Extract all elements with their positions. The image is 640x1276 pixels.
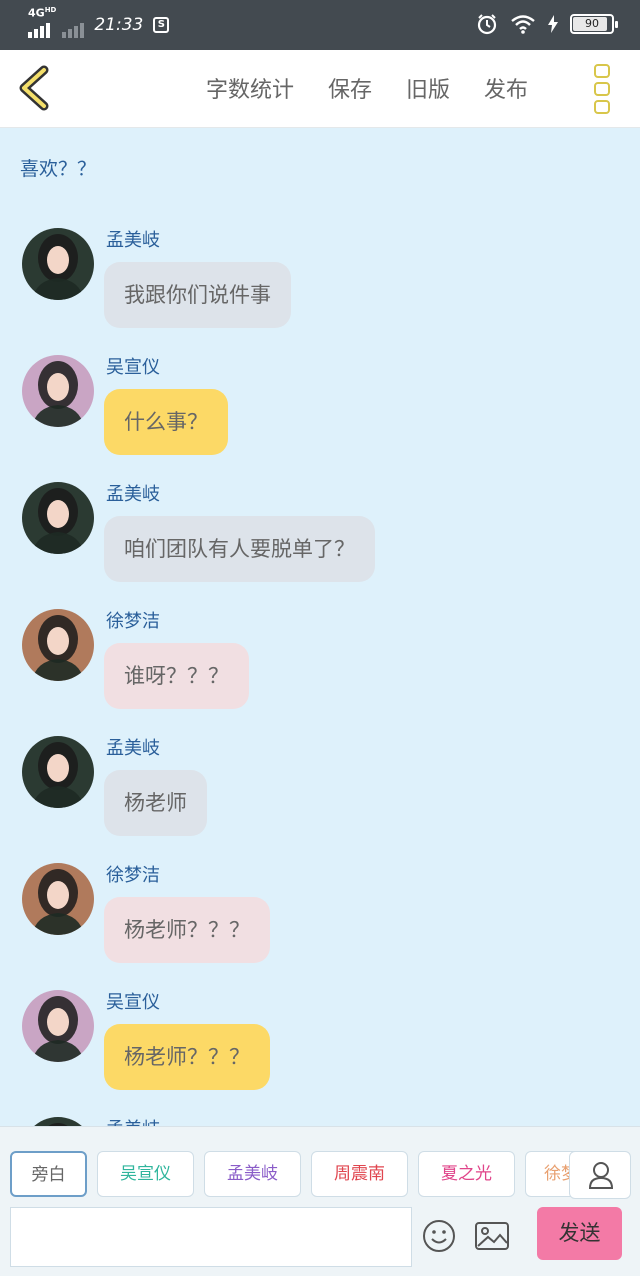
chat-message[interactable]: 孟美岐我跟你们说件事 [0,228,640,338]
avatar[interactable] [22,736,94,808]
message-bubble[interactable]: 咱们团队有人要脱单了？ [104,516,375,582]
word-count-button[interactable]: 字数统计 [206,72,294,104]
sender-name: 孟美岐 [106,230,160,251]
publish-button[interactable]: 发布 [484,72,528,104]
sender-name: 孟美岐 [106,1115,160,1126]
narration-text: 喜欢？？ [20,158,97,180]
chevron-left-icon [19,65,49,111]
sender-name: 徐梦洁 [106,865,160,886]
message-bubble[interactable]: 杨老师？？？ [104,897,270,963]
menu-dot [594,100,610,114]
charging-icon [548,15,558,33]
smiley-icon [423,1220,455,1252]
sender-name: 徐梦洁 [106,611,160,632]
menu-dot [594,64,610,78]
avatar[interactable] [22,228,94,300]
chat-message[interactable]: 吴宣仪什么事？ [0,355,640,465]
clock-time: 21:33 [94,14,144,35]
avatar[interactable] [22,990,94,1062]
avatar[interactable] [22,1117,94,1126]
avatar[interactable] [22,355,94,427]
send-button[interactable]: 发送 [537,1207,622,1260]
character-chip[interactable]: 吴宣仪 [97,1151,194,1197]
avatar[interactable] [22,863,94,935]
message-input[interactable] [10,1207,412,1267]
signal-icon: 4GHD [28,6,85,38]
image-button[interactable] [474,1219,510,1253]
chat-message[interactable]: 孟美岐 杨老师 [0,736,640,846]
person-icon [588,1162,614,1189]
character-chip[interactable]: 夏之光 [418,1151,515,1197]
sender-name: 吴宣仪 [106,992,160,1013]
network-type: 4G [28,6,45,20]
more-menu-button[interactable] [594,64,614,114]
app-notification-icon: S [153,16,170,33]
old-version-button[interactable]: 旧版 [406,72,450,104]
menu-dot [594,82,610,96]
message-bubble[interactable]: 杨老师 [104,770,207,836]
avatar-image [22,482,94,554]
avatar-image [22,1117,94,1126]
battery-icon: 90 [570,14,618,34]
avatar-image [22,228,94,300]
chat-message[interactable]: 徐梦洁谁呀？？？ [0,609,640,719]
chat-message[interactable]: 吴宣仪杨老师？？？ [0,990,640,1100]
image-icon [475,1222,509,1250]
chat-message[interactable]: 孟美岐 [0,1117,640,1126]
character-chip[interactable]: 周震南 [311,1151,408,1197]
character-chip[interactable]: 孟美岐 [204,1151,301,1197]
sender-name: 孟美岐 [106,738,160,759]
message-bubble[interactable]: 杨老师？？？ [104,1024,270,1090]
chat-message[interactable]: 徐梦洁杨老师？？？ [0,863,640,973]
avatar-image [22,863,94,935]
avatar-image [22,355,94,427]
save-button[interactable]: 保存 [328,72,372,104]
avatar[interactable] [22,482,94,554]
network-hd: HD [44,6,57,14]
emoji-button[interactable] [422,1219,456,1253]
avatar-image [22,609,94,681]
message-bubble[interactable]: 谁呀？？？ [104,643,249,709]
avatar-image [22,990,94,1062]
character-manage-button[interactable] [569,1151,631,1199]
sender-name: 孟美岐 [106,484,160,505]
character-selector: 旁白 吴宣仪 孟美岐 周震南 夏之光 徐梦 [10,1151,585,1197]
sender-name: 吴宣仪 [106,357,160,378]
avatar[interactable] [22,609,94,681]
message-bubble[interactable]: 我跟你们说件事 [104,262,291,328]
message-bubble[interactable]: 什么事？ [104,389,228,455]
chat-message[interactable]: 孟美岐咱们团队有人要脱单了？ [0,482,640,592]
battery-level: 90 [585,17,599,30]
character-chip-narration[interactable]: 旁白 [10,1151,87,1197]
alarm-icon [477,14,497,35]
status-bar: 4GHD 21:33 S 90 [0,0,640,50]
avatar-image [22,736,94,808]
composer-panel: 旁白 吴宣仪 孟美岐 周震南 夏之光 徐梦 发送 [0,1126,640,1276]
app-header: 字数统计 保存 旧版 发布 [0,50,640,128]
wifi-icon [511,15,535,34]
back-button[interactable] [14,64,58,112]
chat-area[interactable]: 喜欢？？ 孟美岐 我跟你们说件事 吴宣仪 什么事？ 孟美岐 咱们团队有人要脱单了？ 徐梦洁谁… [0,128,640,1126]
